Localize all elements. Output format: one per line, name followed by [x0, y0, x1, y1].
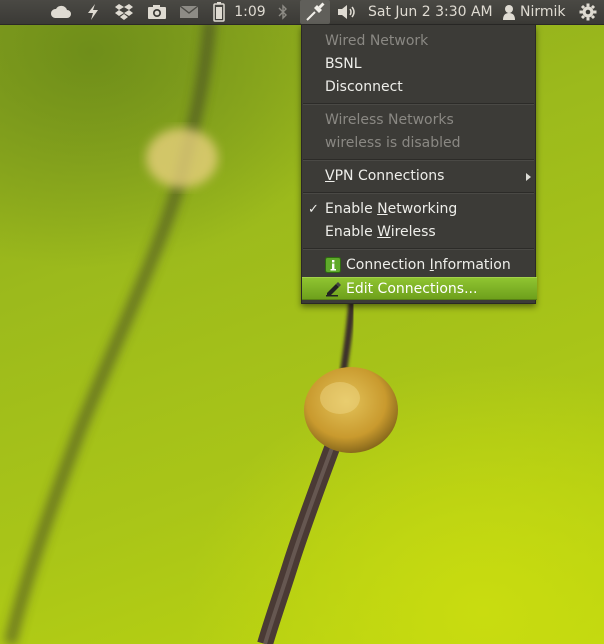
camera-icon[interactable] [145, 0, 169, 24]
menu-separator [303, 248, 534, 250]
menu-item-disconnect-label: Disconnect [325, 79, 403, 95]
volume-icon[interactable] [336, 0, 358, 24]
battery-time[interactable]: 1:09 [234, 0, 266, 24]
menu-item-connection-information-label: Connection Information [346, 257, 511, 273]
power-bolt-icon[interactable] [82, 0, 104, 24]
menu-item-enable-networking-label: Enable Networking [325, 201, 458, 217]
mail-icon[interactable] [177, 0, 201, 24]
bluetooth-icon[interactable] [276, 0, 290, 24]
menu-item-bsnl[interactable]: BSNL [302, 53, 537, 76]
menu-separator [303, 103, 534, 105]
battery-icon[interactable] [210, 0, 228, 24]
menu-item-enable-wireless-label: Enable Wireless [325, 224, 436, 240]
edit-pencil-icon [326, 282, 341, 297]
menu-item-enable-wireless[interactable]: Enable Wireless [302, 221, 537, 244]
menu-separator [303, 192, 534, 194]
menu-item-connection-information[interactable]: Connection Information [302, 254, 537, 277]
ubuntu-one-cloud-icon[interactable] [48, 0, 74, 24]
menu-item-disconnect[interactable]: Disconnect [302, 76, 537, 99]
network-menu: Wired Network BSNL Disconnect Wireless N… [301, 25, 537, 304]
user-icon[interactable] [500, 0, 518, 24]
network-manager-button[interactable] [300, 0, 330, 24]
menu-wired-header-label: Wired Network [325, 33, 429, 49]
submenu-arrow-icon [526, 173, 531, 181]
checkmark-icon: ✓ [308, 202, 319, 217]
menu-wireless-header: Wireless Networks [302, 109, 537, 132]
menu-separator [303, 159, 534, 161]
dropbox-icon[interactable] [112, 0, 136, 24]
username-label[interactable]: Nirmik [520, 0, 570, 24]
top-panel: 1:09 Sat Jun 2 3:30 AM Nirmik [0, 0, 604, 25]
menu-item-vpn-label: VPN Connections [325, 168, 445, 184]
datetime-clock[interactable]: Sat Jun 2 3:30 AM [368, 0, 493, 24]
menu-item-bsnl-label: BSNL [325, 56, 362, 72]
menu-item-edit-connections-label: Edit Connections... [346, 281, 478, 297]
menu-wireless-status: wireless is disabled [302, 132, 537, 155]
info-icon [325, 257, 341, 273]
menu-wireless-status-label: wireless is disabled [325, 135, 461, 151]
menu-item-enable-networking[interactable]: ✓ Enable Networking [302, 198, 537, 221]
session-gear-icon[interactable] [576, 0, 600, 24]
menu-wired-header: Wired Network [302, 30, 537, 53]
menu-item-vpn-connections[interactable]: VPN Connections [302, 165, 537, 188]
menu-item-edit-connections[interactable]: Edit Connections... [302, 277, 537, 300]
menu-wireless-header-label: Wireless Networks [325, 112, 454, 128]
network-wired-icon [306, 2, 325, 21]
